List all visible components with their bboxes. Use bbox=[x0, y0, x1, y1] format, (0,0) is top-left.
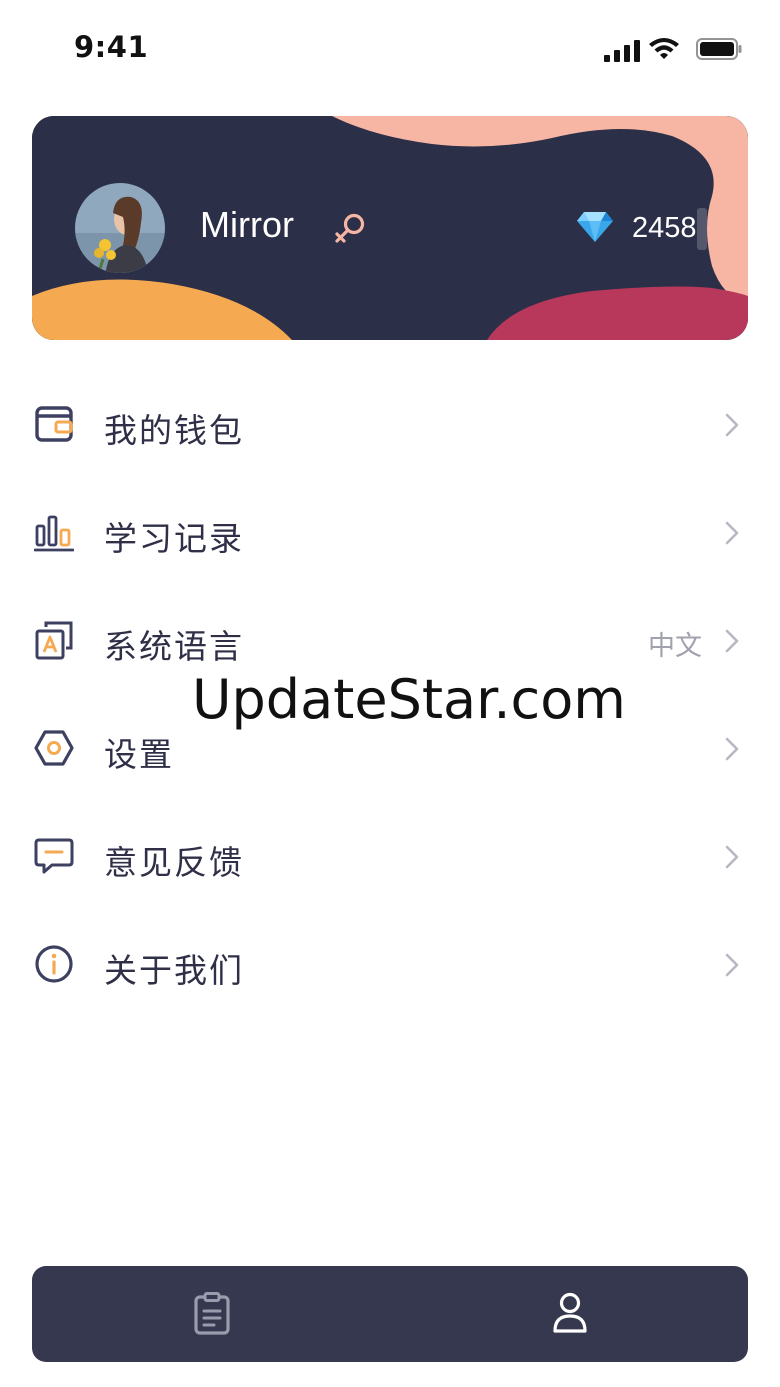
status-bar: 9:41 bbox=[0, 0, 780, 96]
tab-lessons[interactable] bbox=[32, 1266, 390, 1362]
chevron-right-icon bbox=[725, 953, 739, 977]
settings-hex-icon bbox=[34, 730, 74, 766]
avatar[interactable] bbox=[72, 180, 168, 276]
menu-label-about: 关于我们 bbox=[104, 951, 244, 990]
battery-icon bbox=[696, 38, 742, 60]
menu-label-language: 系统语言 bbox=[104, 627, 244, 666]
menu-label-feedback: 意见反馈 bbox=[104, 843, 244, 882]
info-icon bbox=[35, 945, 73, 983]
language-icon bbox=[35, 621, 73, 660]
bottom-tab-bar bbox=[32, 1266, 748, 1362]
status-time: 9:41 bbox=[74, 30, 149, 64]
chevron-right-icon bbox=[725, 521, 739, 545]
menu-item-study-record[interactable]: 学习记录 bbox=[0, 478, 780, 586]
wallet-icon bbox=[35, 406, 73, 442]
username: Mirror bbox=[200, 204, 294, 245]
diamond-icon bbox=[577, 212, 613, 242]
wifi-icon bbox=[649, 38, 679, 59]
female-symbol-icon bbox=[335, 213, 365, 243]
menu-item-about[interactable]: 关于我们 bbox=[0, 910, 780, 1018]
clipboard-icon bbox=[194, 1292, 230, 1335]
chevron-right-icon bbox=[725, 413, 739, 437]
diamond-count: 2458 bbox=[632, 212, 697, 244]
menu-item-wallet[interactable]: 我的钱包 bbox=[0, 370, 780, 478]
signal-icon bbox=[604, 40, 640, 62]
menu-label-wallet: 我的钱包 bbox=[104, 411, 244, 450]
profile-card[interactable]: Mirror 2458 bbox=[32, 116, 748, 340]
menu-label-settings: 设置 bbox=[104, 735, 174, 774]
scroll-indicator bbox=[697, 208, 707, 250]
feedback-icon bbox=[34, 838, 74, 874]
tab-profile[interactable] bbox=[390, 1266, 748, 1362]
chevron-right-icon bbox=[725, 629, 739, 653]
language-value: 中文 bbox=[648, 631, 702, 662]
user-icon bbox=[553, 1292, 587, 1333]
chevron-right-icon bbox=[725, 845, 739, 869]
menu-item-feedback[interactable]: 意见反馈 bbox=[0, 802, 780, 910]
chevron-right-icon bbox=[725, 737, 739, 761]
watermark-text: UpdateStar.com bbox=[192, 668, 626, 731]
menu-label-study-record: 学习记录 bbox=[104, 519, 244, 558]
bar-chart-icon bbox=[34, 515, 74, 552]
